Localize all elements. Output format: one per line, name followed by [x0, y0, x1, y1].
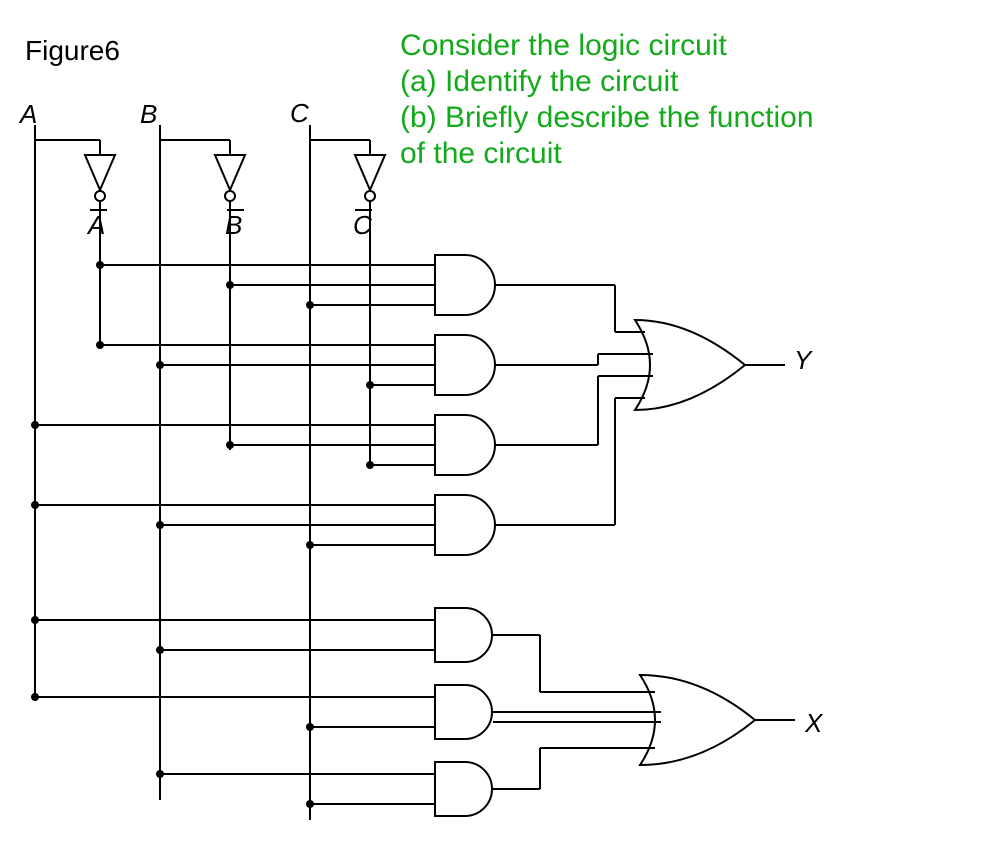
and-gate-4	[35, 495, 495, 555]
junction-dots	[31, 261, 374, 808]
figure-label: Figure6	[25, 35, 120, 67]
logic-circuit-svg	[25, 110, 845, 840]
question-line1: Consider the logic circuit	[400, 28, 814, 64]
and-gate-6	[35, 665, 492, 739]
inverter-C	[355, 140, 385, 220]
and-gate-5	[35, 608, 492, 662]
inverter-A	[85, 140, 115, 220]
and-gate-3	[35, 415, 495, 475]
question-line2: (a) Identify the circuit	[400, 64, 814, 100]
or-gate-Y	[635, 320, 785, 410]
or-gate-X	[640, 675, 795, 765]
and-gate-7	[160, 762, 492, 816]
inverter-B	[215, 140, 245, 220]
